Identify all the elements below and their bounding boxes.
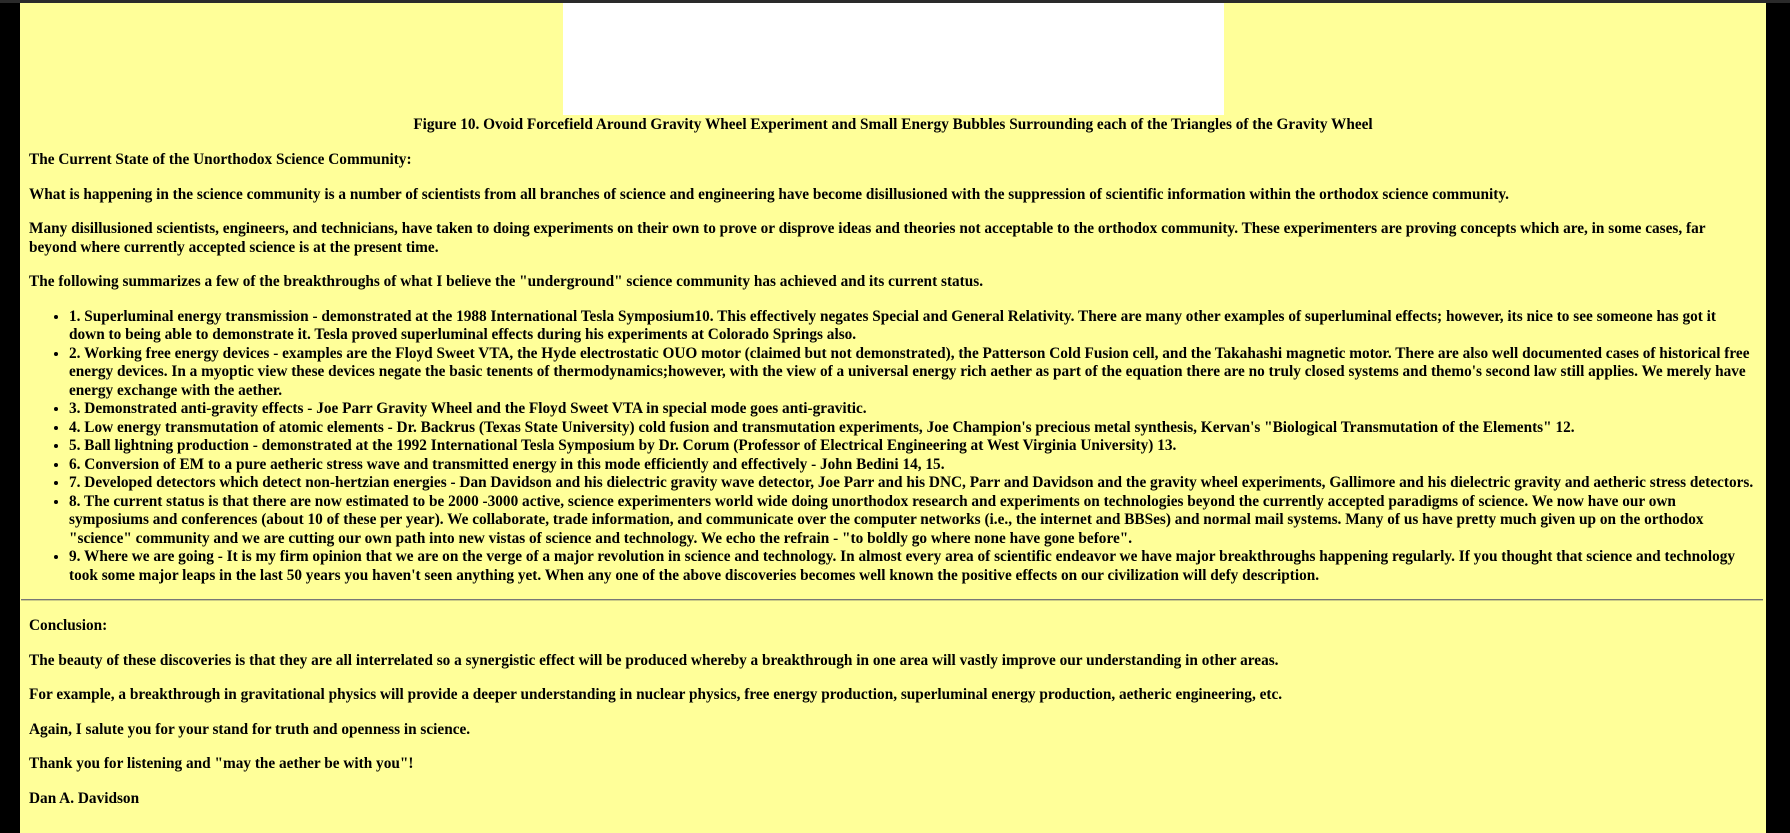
paragraph: For example, a breakthrough in gravitati… <box>29 686 1283 703</box>
list-item: 2. Working free energy devices - example… <box>69 345 1755 401</box>
list-item: 7. Developed detectors which detect non-… <box>69 474 1755 493</box>
paragraph: The following summarizes a few of the br… <box>29 273 984 290</box>
figure-10-image <box>563 3 1224 115</box>
list-item: 1. Superluminal energy transmission - de… <box>69 308 1755 345</box>
signature: Dan A. Davidson <box>29 789 140 807</box>
list-item: 4. Low energy transmutation of atomic el… <box>69 419 1755 438</box>
horizontal-divider <box>21 599 1763 601</box>
list-item: 8. The current status is that there are … <box>69 493 1755 549</box>
paragraph: Again, I salute you for your stand for t… <box>29 720 471 738</box>
figure-caption: Figure 10. Ovoid Forcefield Around Gravi… <box>413 116 1373 133</box>
paragraph: Many disillusioned scientists, engineers… <box>29 220 1706 256</box>
list-item: 5. Ball lightning production - demonstra… <box>69 437 1755 456</box>
document-page: Figure 10. Ovoid Forcefield Around Gravi… <box>20 3 1766 833</box>
article-content: The Current State of the Unorthodox Scie… <box>21 151 1763 824</box>
section-heading: The Current State of the Unorthodox Scie… <box>29 151 412 168</box>
list-item: 6. Conversion of EM to a pure aetheric s… <box>69 456 1755 475</box>
paragraph: Thank you for listening and "may the aet… <box>29 755 414 772</box>
paragraph: What is happening in the science communi… <box>29 185 1509 203</box>
conclusion-heading: Conclusion: <box>29 617 108 634</box>
breakthrough-list: 1. Superluminal energy transmission - de… <box>29 308 1755 586</box>
list-item: 3. Demonstrated anti-gravity effects - J… <box>69 400 1755 419</box>
list-item: 9. Where we are going - It is my firm op… <box>69 548 1755 585</box>
paragraph: The beauty of these discoveries is that … <box>29 651 1279 669</box>
